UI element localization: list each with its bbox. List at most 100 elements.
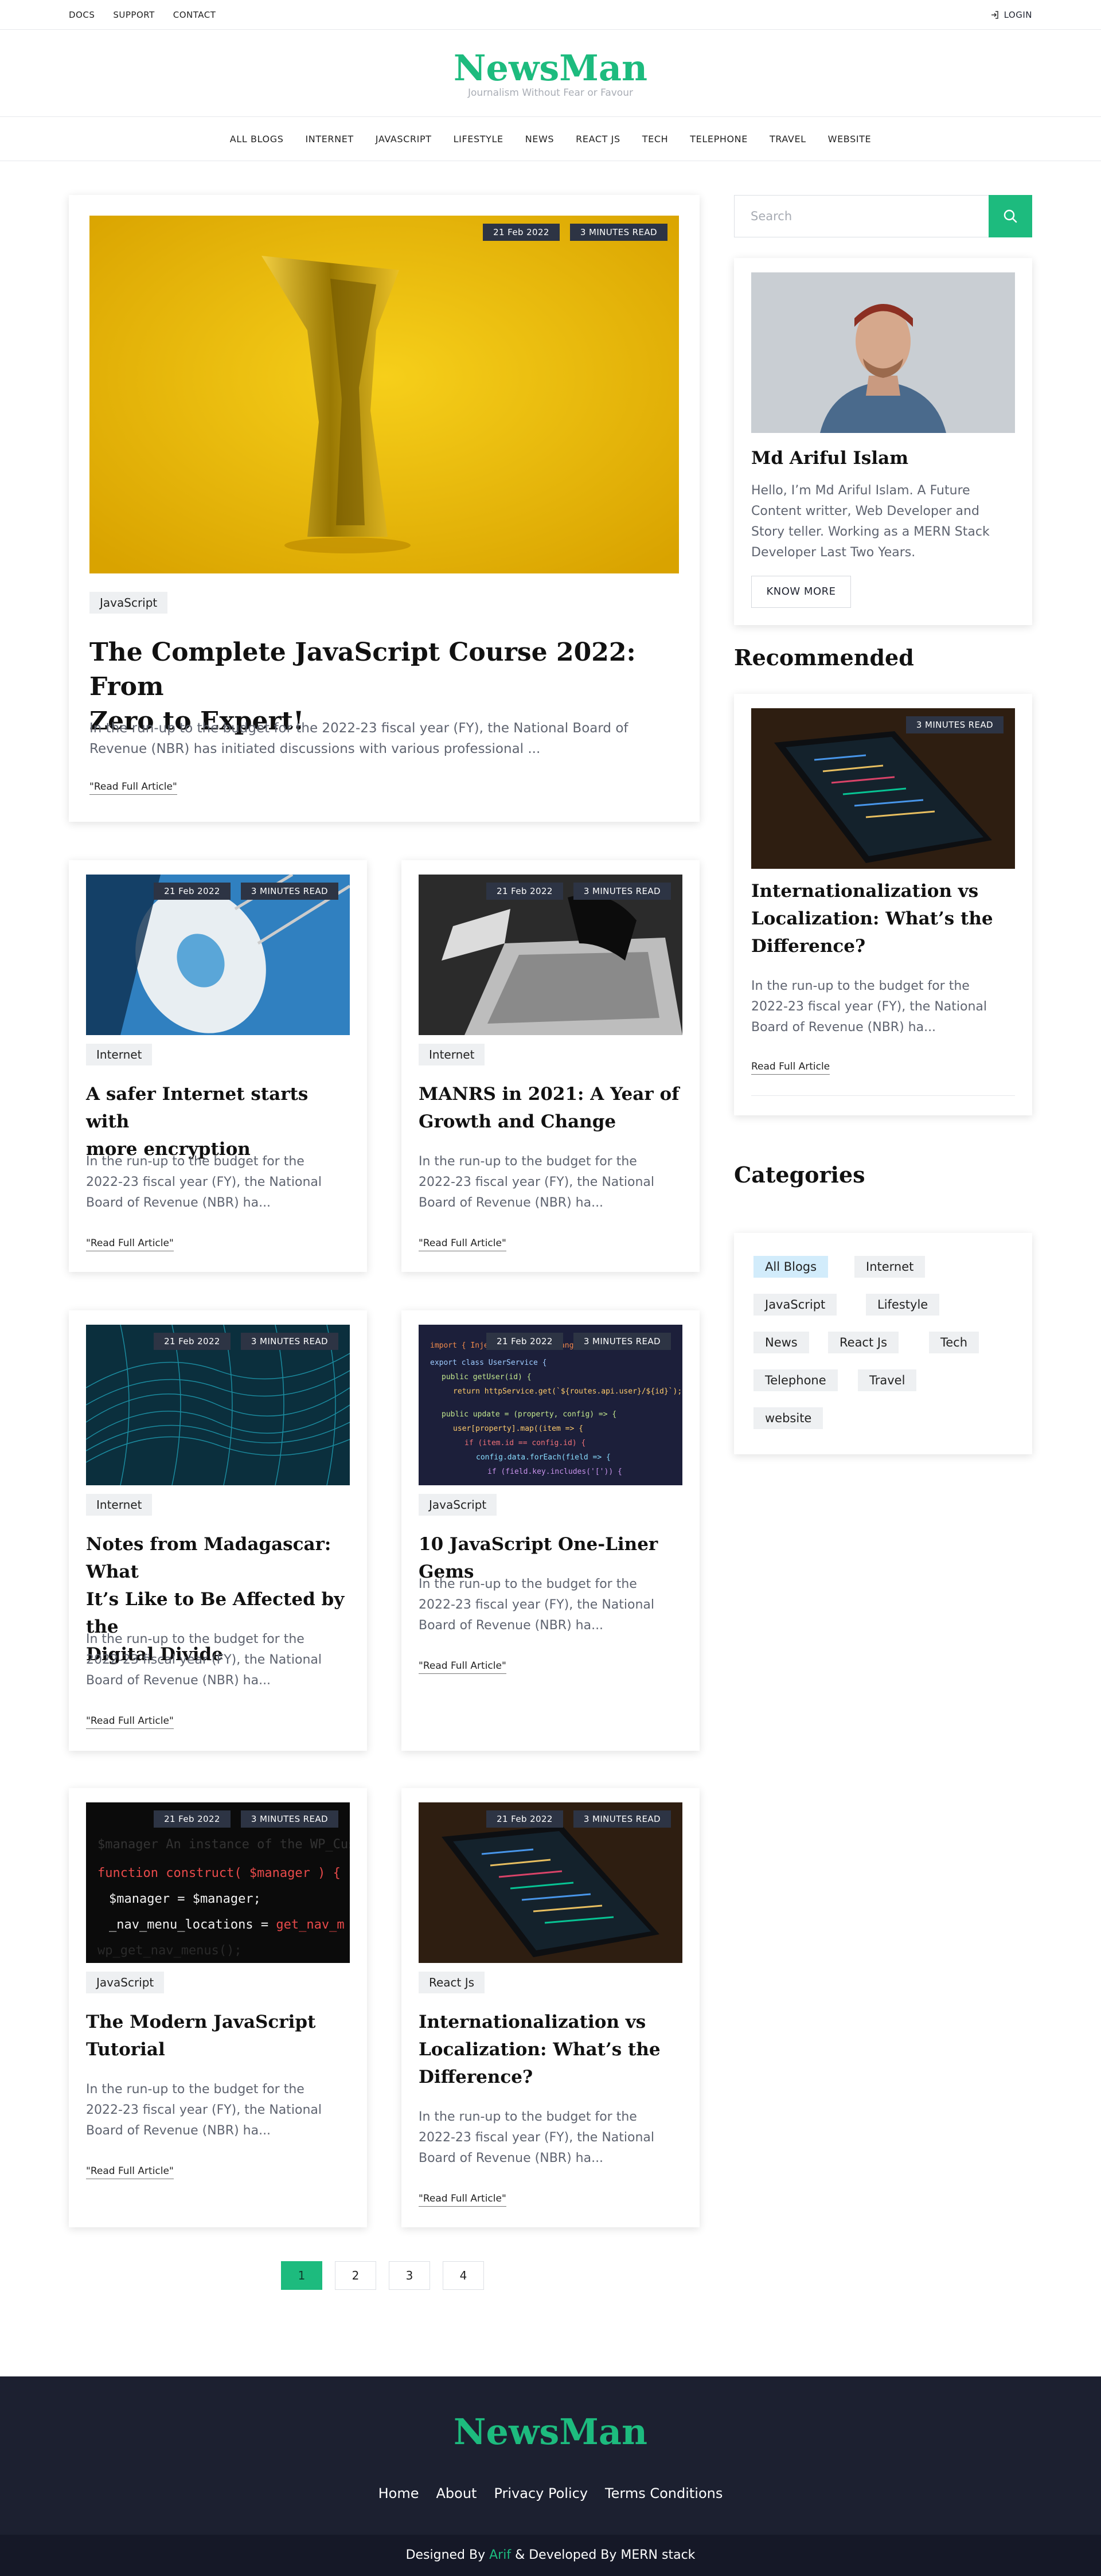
footer-link-about[interactable]: About xyxy=(436,2485,477,2501)
read-more-link[interactable]: "Read Full Article" xyxy=(86,1238,174,1251)
read-more-link[interactable]: "Read Full Article" xyxy=(86,2165,174,2179)
category-tag[interactable]: JavaScript xyxy=(419,1494,497,1516)
category-tag-website[interactable]: website xyxy=(753,1407,823,1429)
post-excerpt: In the run-up to the budget for the 2022… xyxy=(86,1152,356,1213)
nav-item-telephone[interactable]: TELEPHONE xyxy=(690,134,748,145)
post-image[interactable]: 21 Feb 2022 3 MINUTES READ xyxy=(419,875,682,1035)
nav-item-news[interactable]: NEWS xyxy=(525,134,554,145)
footer-logo[interactable]: NewsMan xyxy=(0,2411,1101,2453)
page-4-button[interactable]: 4 xyxy=(443,2261,484,2290)
nav-item-javascript[interactable]: JAVASCRIPT xyxy=(376,134,432,145)
post-image[interactable]: import { Injectable } from '@angular/cor… xyxy=(419,1325,682,1485)
read-more-link[interactable]: "Read Full Article" xyxy=(419,1238,506,1251)
author-photo xyxy=(751,272,1015,433)
docs-link[interactable]: DOCS xyxy=(69,10,95,20)
post-card: import { Injectable } from '@angular/cor… xyxy=(401,1310,700,1751)
read-time-badge: 3 MINUTES READ xyxy=(569,224,667,241)
support-link[interactable]: SUPPORT xyxy=(113,10,154,20)
credit-author-link[interactable]: Arif xyxy=(489,2548,511,2562)
svg-text:if (item.id == config.id) {: if (item.id == config.id) { xyxy=(464,1439,585,1447)
category-tag-tech[interactable]: Tech xyxy=(929,1332,979,1353)
category-tag-internet[interactable]: Internet xyxy=(854,1256,926,1278)
site-tagline: Journalism Without Fear or Favour xyxy=(468,87,633,99)
post-badges: 21 Feb 2022 3 MINUTES READ xyxy=(154,1333,338,1350)
post-title[interactable]: MANRS in 2021: A Year of Growth and Chan… xyxy=(419,1080,688,1135)
category-tag[interactable]: Internet xyxy=(419,1044,485,1065)
svg-text:export class UserService {: export class UserService { xyxy=(430,1359,547,1367)
footer-link-home[interactable]: Home xyxy=(378,2485,419,2501)
page-1-button[interactable]: 1 xyxy=(281,2261,322,2290)
recommended-title[interactable]: Internationalization vs Localization: Wh… xyxy=(751,877,1021,960)
date-badge: 21 Feb 2022 xyxy=(154,1810,231,1828)
category-tag[interactable]: JavaScript xyxy=(86,1972,165,1993)
footer-links: Home About Privacy Policy Terms Conditio… xyxy=(0,2485,1101,2501)
categories-heading: Categories xyxy=(734,1162,865,1188)
page-3-button[interactable]: 3 xyxy=(389,2261,430,2290)
recommended-read-more-link[interactable]: Read Full Article xyxy=(751,1061,830,1075)
svg-text:$manager = $manager;: $manager = $manager; xyxy=(109,1892,261,1906)
post-title[interactable]: The Modern JavaScript Tutorial xyxy=(86,2008,356,2063)
nav-item-internet[interactable]: INTERNET xyxy=(305,134,353,145)
excerpt-line: Board of Revenue (NBR) ha... xyxy=(86,1196,271,1210)
nav-item-tech[interactable]: TECH xyxy=(642,134,669,145)
svg-text:public update = (property, con: public update = (property, config) => { xyxy=(442,1410,616,1419)
login-link[interactable]: LOGIN xyxy=(990,10,1032,20)
nav-item-all-blogs[interactable]: ALL BLOGS xyxy=(230,134,284,145)
post-title[interactable]: Internationalization vs Localization: Wh… xyxy=(419,2008,688,2091)
read-time-badge: 3 MINUTES READ xyxy=(573,883,671,900)
svg-text:return httpService.get(`${rout: return httpService.get(`${routes.api.use… xyxy=(453,1387,682,1396)
top-bar: DOCS SUPPORT CONTACT LOGIN xyxy=(0,0,1101,30)
svg-text:wp_get_nav_menus();: wp_get_nav_menus(); xyxy=(97,1943,242,1958)
category-tag-all-blogs[interactable]: All Blogs xyxy=(753,1256,829,1278)
category-tag-javascript[interactable]: JavaScript xyxy=(753,1294,837,1316)
category-tag-lifestyle[interactable]: Lifestyle xyxy=(866,1294,940,1316)
category-tag-travel[interactable]: Travel xyxy=(858,1369,917,1391)
search-input[interactable]: Search xyxy=(751,209,792,223)
nav-item-lifestyle[interactable]: LIFESTYLE xyxy=(454,134,503,145)
page-2-button[interactable]: 2 xyxy=(335,2261,376,2290)
featured-post-image[interactable]: 21 Feb 2022 3 MINUTES READ xyxy=(89,216,679,573)
credit-suffix: & Developed By MERN stack xyxy=(511,2548,696,2562)
nav-item-react-js[interactable]: REACT JS xyxy=(576,134,620,145)
nav-item-travel[interactable]: TRAVEL xyxy=(770,134,806,145)
nav-item-website[interactable]: WEBSITE xyxy=(828,134,872,145)
contact-link[interactable]: CONTACT xyxy=(173,10,216,20)
category-tag-telephone[interactable]: Telephone xyxy=(753,1369,838,1391)
credit-prefix: Designed By xyxy=(405,2548,490,2562)
read-more-link[interactable]: "Read Full Article" xyxy=(419,1660,506,1674)
read-more-link[interactable]: "Read Full Article" xyxy=(89,781,177,795)
recommended-image[interactable]: 3 MINUTES READ xyxy=(751,708,1015,869)
post-image[interactable]: 21 Feb 2022 3 MINUTES READ xyxy=(419,1802,682,1963)
category-tag[interactable]: JavaScript xyxy=(89,592,168,614)
bio-line: Story teller. Working as a MERN Stack xyxy=(751,525,990,539)
post-badges: 21 Feb 2022 3 MINUTES READ xyxy=(486,883,671,900)
title-line: Internationalization vs xyxy=(419,2012,646,2032)
post-excerpt: In the run-up to the budget for the 2022… xyxy=(419,1152,688,1213)
post-image[interactable]: $manager An instance of the WP_Cus funct… xyxy=(86,1802,350,1963)
category-tag[interactable]: Internet xyxy=(86,1494,153,1516)
category-tag[interactable]: Internet xyxy=(86,1044,153,1065)
category-tag[interactable]: React Js xyxy=(419,1972,485,1993)
category-tag-react-js[interactable]: React Js xyxy=(828,1332,899,1353)
read-more-link[interactable]: "Read Full Article" xyxy=(419,2193,506,2207)
site-header: NewsMan Journalism Without Fear or Favou… xyxy=(0,30,1101,117)
author-bio: Hello, I’m Md Ariful Islam. A Future Con… xyxy=(751,481,1021,563)
top-links: DOCS SUPPORT CONTACT xyxy=(69,10,216,20)
know-more-button[interactable]: KNOW MORE xyxy=(751,576,851,608)
category-tag-news[interactable]: News xyxy=(753,1332,809,1353)
footer-link-terms[interactable]: Terms Conditions xyxy=(605,2485,723,2501)
post-image[interactable]: 21 Feb 2022 3 MINUTES READ xyxy=(86,875,350,1035)
read-more-link[interactable]: "Read Full Article" xyxy=(86,1715,174,1729)
site-footer: NewsMan Home About Privacy Policy Terms … xyxy=(0,2376,1101,2576)
post-badges: 21 Feb 2022 3 MINUTES READ xyxy=(154,1810,338,1828)
post-excerpt: In the run-up to the budget for the 2022… xyxy=(419,2107,688,2169)
title-line: Tutorial xyxy=(86,2039,165,2060)
post-title[interactable]: A safer Internet starts with more encryp… xyxy=(86,1080,356,1163)
site-logo[interactable]: NewsMan xyxy=(0,47,1101,89)
bio-line: Content writter, Web Developer and xyxy=(751,504,979,518)
excerpt-line: 2022-23 fiscal year (FY), the National xyxy=(419,2130,655,2145)
search-button[interactable] xyxy=(989,195,1032,237)
title-line: A safer Internet starts with xyxy=(86,1084,309,1132)
footer-link-privacy[interactable]: Privacy Policy xyxy=(494,2485,588,2501)
post-image[interactable]: 21 Feb 2022 3 MINUTES READ xyxy=(86,1325,350,1485)
